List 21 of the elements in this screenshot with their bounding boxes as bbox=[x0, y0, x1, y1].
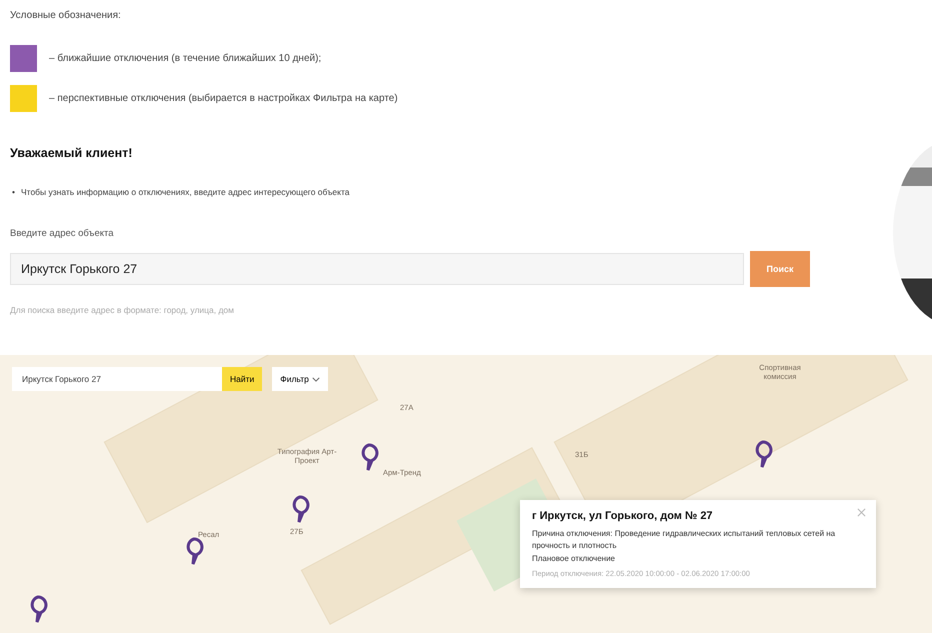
map-pin-icon[interactable] bbox=[28, 595, 48, 623]
map-pin-icon[interactable] bbox=[290, 495, 310, 523]
notice-bullet: Чтобы узнать информацию о отключениях, введите адрес интересующего объекта bbox=[20, 186, 350, 198]
legend-text: – ближайшие отключения (в течение ближайших 10 дней); bbox=[49, 53, 322, 64]
address-field[interactable]: Иркутск Горького 27 bbox=[10, 253, 744, 285]
bullet-marker: • bbox=[12, 186, 15, 198]
chevron-down-icon bbox=[312, 376, 320, 382]
field-label: Введите адрес объекта bbox=[10, 228, 115, 239]
find-button[interactable]: Найти bbox=[222, 367, 262, 391]
legend-title: Условные обозначения: bbox=[10, 10, 122, 21]
filter-button[interactable]: Фильтр bbox=[272, 367, 328, 391]
map-search-field[interactable]: Иркутск Горького 27 bbox=[12, 367, 222, 391]
map-pin-icon[interactable] bbox=[753, 440, 773, 468]
popup-title: г Иркутск, ул Горького, дом № 27 bbox=[532, 510, 714, 522]
search-hint: Для поиска введите адрес в формате: город, улица, дом bbox=[10, 305, 235, 315]
popup-type: Плановое отключение bbox=[532, 552, 616, 565]
legend-text: – перспективные отключения (выбирается в настройках Фильтра на карте) bbox=[49, 93, 398, 104]
notice-heading: Уважаемый клиент! bbox=[10, 146, 134, 160]
map-pin-icon[interactable] bbox=[359, 443, 379, 471]
map-pin-icon[interactable] bbox=[184, 537, 204, 565]
popup-reason: Причина отключения: Проведение гидравлических испытаний тепловых сетей на прочность и плотность bbox=[532, 528, 836, 552]
